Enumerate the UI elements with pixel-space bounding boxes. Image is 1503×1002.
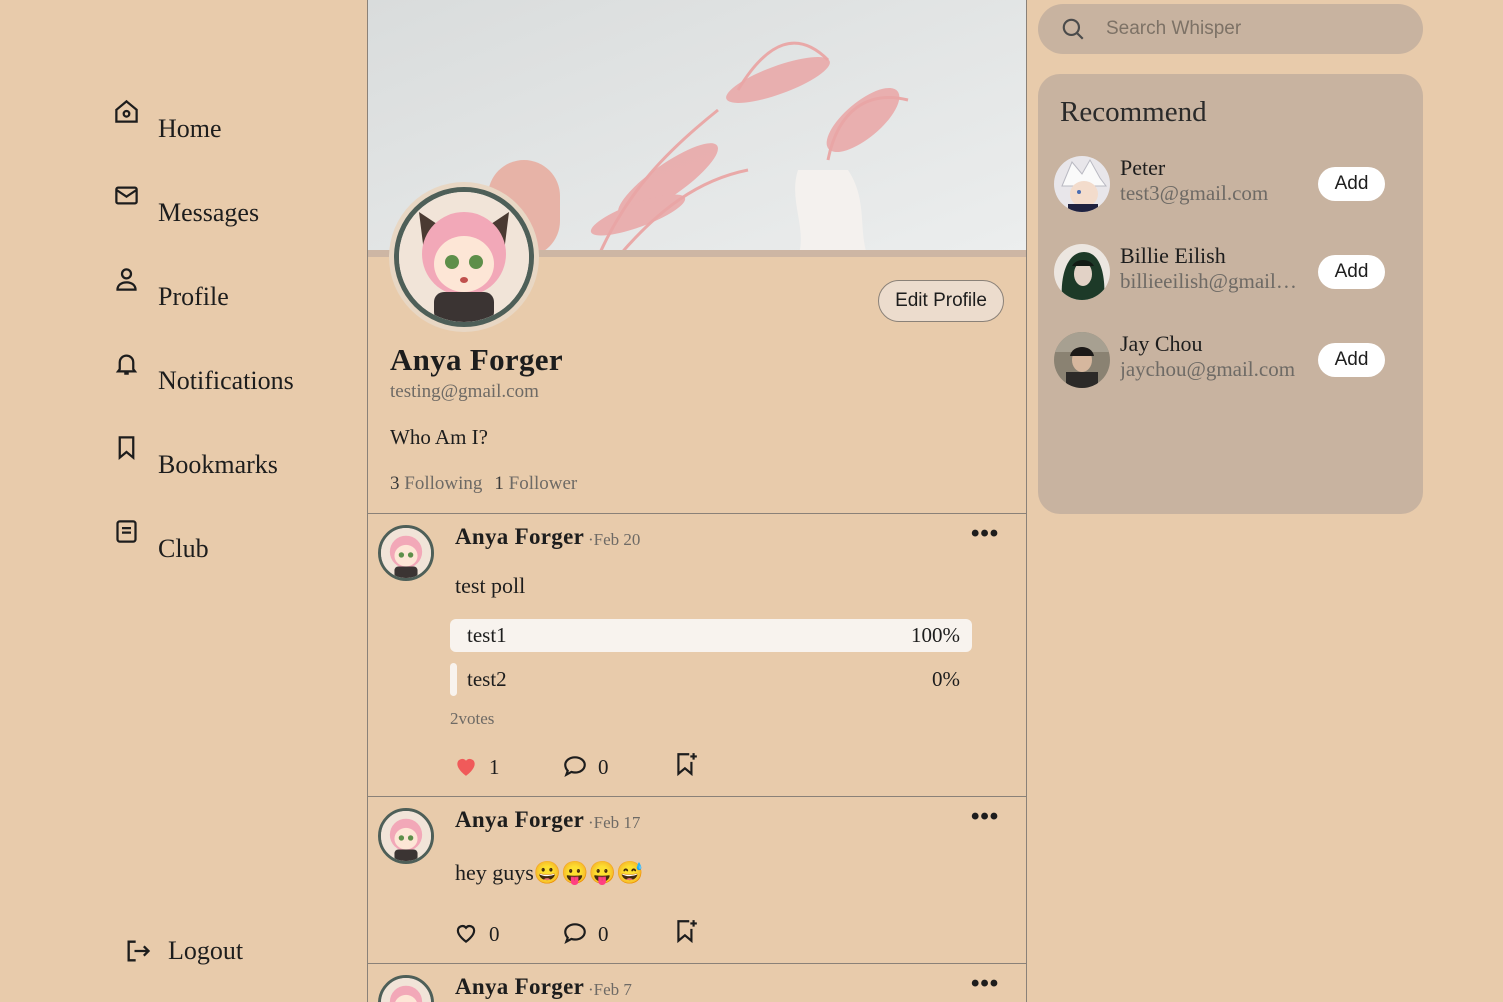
- post-text: hey guys😀😛😛😅: [455, 860, 644, 885]
- comment-count: 0: [598, 922, 609, 946]
- bookmark-icon: [118, 436, 135, 461]
- add-user-button[interactable]: Add: [1318, 343, 1385, 377]
- comment-icon: [564, 922, 586, 944]
- post-author[interactable]: Anya Forger: [455, 974, 584, 1000]
- recommend-user: Peter test3@gmail.com Add: [1054, 155, 1414, 216]
- post-date: ·Feb 17: [588, 813, 641, 832]
- poll-option-fill: [450, 619, 972, 652]
- post-author[interactable]: Anya Forger: [455, 807, 584, 833]
- recommend-user-email: jaychou@gmail.com: [1120, 357, 1296, 381]
- heart-filled-icon: [457, 758, 475, 776]
- document-icon: [116, 520, 137, 543]
- comment-count: 0: [598, 755, 609, 779]
- bookmark-add-icon: [677, 753, 697, 777]
- sidebar-item-label: Profile: [158, 282, 229, 311]
- sidebar-item-label: Club: [158, 534, 209, 563]
- recommend-panel: Recommend Peter test3@gmail.com Add Bill…: [1038, 74, 1423, 514]
- more-options-icon[interactable]: •••: [971, 970, 999, 998]
- post-text: test poll: [455, 573, 526, 598]
- bell-icon: [115, 354, 138, 375]
- post-date: ·Feb 7: [588, 980, 632, 999]
- profile-bio: Who Am I?: [390, 425, 488, 449]
- post-item: Anya Forger ·Feb 17 ••• hey guys😀😛😛😅 0 0: [368, 796, 1026, 963]
- avatar[interactable]: [1054, 156, 1110, 212]
- post-avatar[interactable]: [378, 808, 434, 864]
- sidebar-item-notifications[interactable]: Notifications: [113, 354, 294, 396]
- recommend-user-name: Billie Eilish: [1120, 243, 1226, 268]
- follower-label: Follower: [508, 473, 578, 494]
- add-user-button[interactable]: Add: [1318, 167, 1385, 201]
- sidebar-item-label: Notifications: [158, 366, 294, 395]
- sidebar-item-messages[interactable]: Messages: [113, 186, 260, 228]
- following-label: Following: [404, 473, 483, 494]
- poll-option[interactable]: test2 0%: [450, 663, 972, 696]
- poll-option-label: test2: [467, 667, 507, 691]
- recommend-user-email: billieeilish@gmail.com: [1120, 269, 1302, 293]
- following-count: 3: [390, 473, 400, 494]
- profile-stats: 3 Following 1 Follower: [390, 473, 577, 495]
- like-button[interactable]: 0: [453, 918, 500, 947]
- search-icon: [1062, 18, 1084, 40]
- recommend-title: Recommend: [1060, 96, 1207, 128]
- poll-option[interactable]: test1 100%: [450, 619, 972, 652]
- bookmark-add-icon: [677, 920, 697, 944]
- poll-option-fill: [450, 663, 457, 696]
- sidebar-item-label: Bookmarks: [158, 450, 278, 479]
- home-icon: [115, 99, 138, 123]
- sidebar-item-label: Messages: [158, 198, 260, 227]
- search-bar: [1038, 4, 1423, 54]
- logout-label: Logout: [168, 936, 244, 965]
- comment-icon: [564, 755, 586, 777]
- recommend-user-email: test3@gmail.com: [1120, 181, 1269, 205]
- comment-button[interactable]: 0: [562, 918, 609, 947]
- post-avatar[interactable]: [378, 975, 434, 1002]
- following-stat[interactable]: 3 Following: [390, 473, 482, 495]
- post-avatar[interactable]: [378, 525, 434, 581]
- recommend-user: Jay Chou jaychou@gmail.com Add: [1054, 331, 1414, 392]
- post-item: Anya Forger ·Feb 7 •••: [368, 963, 1026, 1002]
- post-item: Anya Forger ·Feb 20 ••• test poll test1 …: [368, 513, 1026, 796]
- follower-stat[interactable]: 1 Follower: [494, 473, 577, 495]
- recommend-user-name: Peter: [1120, 155, 1166, 180]
- add-user-button[interactable]: Add: [1318, 255, 1385, 289]
- avatar[interactable]: [1054, 244, 1110, 300]
- recommend-user-name: Jay Chou: [1120, 331, 1203, 356]
- sidebar-item-profile[interactable]: Profile: [113, 268, 229, 312]
- poll-option-percent: 100%: [911, 623, 960, 647]
- bookmark-add-button[interactable]: [673, 918, 699, 944]
- avatar[interactable]: [1054, 332, 1110, 388]
- heart-outline-icon: [456, 924, 476, 943]
- profile-email: testing@gmail.com: [390, 381, 539, 402]
- post-date: ·Feb 20: [588, 530, 641, 549]
- like-button[interactable]: 1: [453, 751, 500, 780]
- like-count: 0: [489, 922, 500, 946]
- mail-icon: [115, 186, 138, 205]
- more-options-icon[interactable]: •••: [971, 520, 999, 548]
- sidebar-item-club[interactable]: Club: [113, 520, 209, 564]
- poll-option-percent: 0%: [932, 667, 960, 691]
- edit-profile-button[interactable]: Edit Profile: [878, 280, 1004, 322]
- logout-button[interactable]: Logout: [124, 936, 243, 966]
- search-input[interactable]: [1106, 18, 1386, 40]
- profile-column: Edit Profile Anya Forger testing@gmail.c…: [367, 0, 1027, 1002]
- poll-option-label: test1: [467, 623, 507, 647]
- sidebar-item-label: Home: [158, 114, 222, 143]
- sidebar-item-home[interactable]: Home: [113, 99, 222, 144]
- comment-button[interactable]: 0: [562, 751, 609, 780]
- more-options-icon[interactable]: •••: [971, 803, 999, 831]
- logout-icon: [127, 940, 151, 962]
- profile-avatar[interactable]: [389, 182, 539, 332]
- bookmark-add-button[interactable]: [673, 751, 699, 777]
- recommend-user: Billie Eilish billieeilish@gmail.com Add: [1054, 243, 1414, 304]
- like-count: 1: [489, 755, 500, 779]
- post-author[interactable]: Anya Forger: [455, 524, 584, 550]
- follower-count: 1: [494, 473, 504, 494]
- sidebar-item-bookmarks[interactable]: Bookmarks: [113, 436, 278, 480]
- user-icon: [116, 268, 137, 291]
- profile-name: Anya Forger: [390, 342, 563, 377]
- poll-votes: 2votes: [450, 709, 495, 728]
